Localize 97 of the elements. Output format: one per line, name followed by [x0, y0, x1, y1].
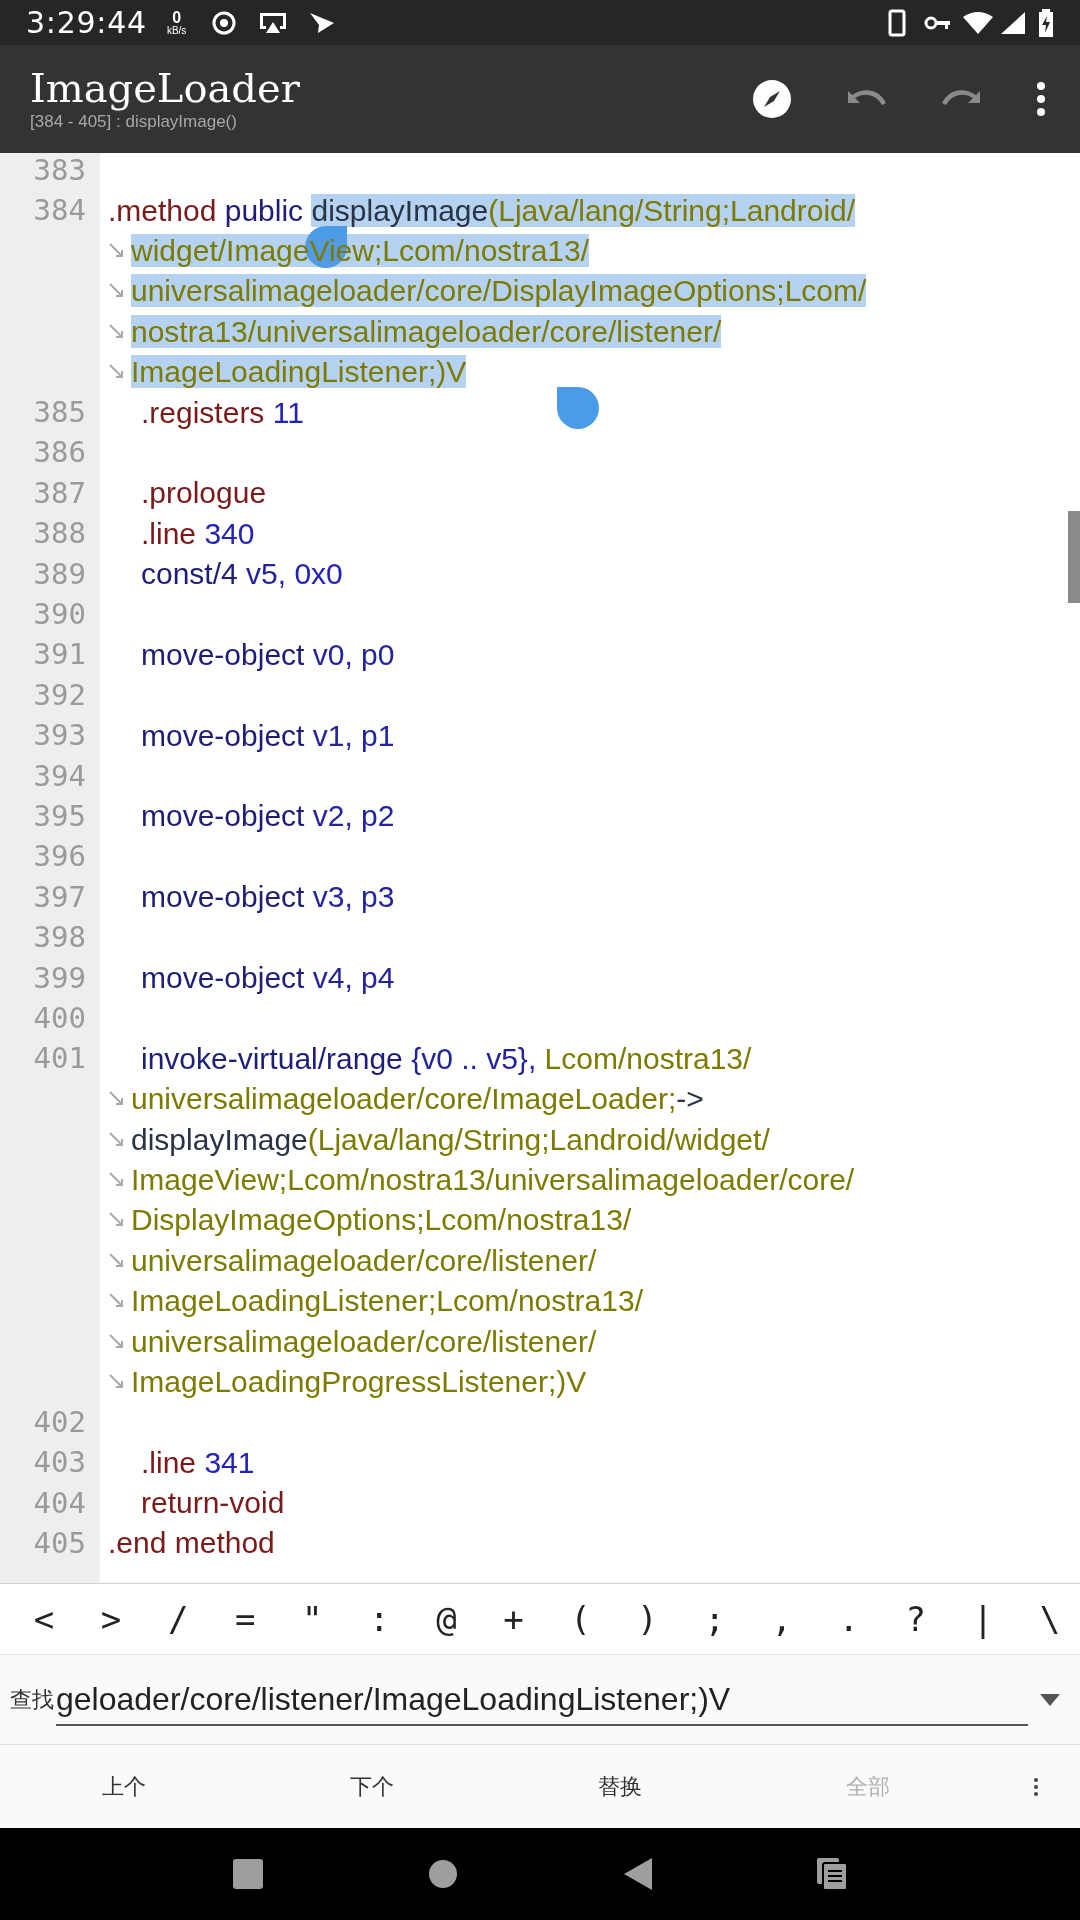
- line-number: 391: [33, 640, 86, 670]
- line-number: 396: [33, 842, 86, 872]
- line-number: 392: [33, 680, 86, 710]
- symbol-key[interactable]: ;: [692, 1602, 737, 1636]
- line-number: 401: [33, 1044, 86, 1074]
- code-text: nostra13/universalimageloader/core/listener/: [131, 313, 722, 350]
- line-number: 404: [33, 1488, 86, 1518]
- code-text: ImageLoadingProgressListener;)V: [131, 1363, 587, 1400]
- record-icon: [212, 10, 237, 35]
- code-text: .method public displayImage(Ljava/lang/String;Landroid/: [108, 192, 856, 229]
- symbol-key[interactable]: ): [625, 1602, 670, 1636]
- compass-icon[interactable]: [752, 79, 792, 119]
- code-text: move-object v3, p3: [141, 879, 395, 916]
- wifi-icon: [962, 10, 994, 35]
- dropdown-caret-icon[interactable]: [1040, 1693, 1060, 1706]
- file-subtitle: [384 - 405] : displayImage(): [30, 111, 238, 133]
- symbol-key[interactable]: .: [826, 1602, 871, 1636]
- find-action-button[interactable]: 替换: [496, 1745, 744, 1828]
- scrollbar[interactable]: [1068, 511, 1080, 603]
- wrap-arrow-icon: [108, 1332, 126, 1351]
- signal-icon: [1000, 10, 1026, 35]
- line-number: 390: [33, 600, 86, 629]
- battery-icon: [1038, 8, 1054, 37]
- square-icon[interactable]: [232, 1859, 263, 1889]
- code-text: const/4 v5, 0x0: [141, 556, 343, 593]
- line-number: 405: [33, 1528, 86, 1558]
- code-text: .registers 11: [141, 394, 304, 431]
- line-number: 386: [33, 438, 86, 468]
- phone-icon: [888, 8, 906, 37]
- find-action-button[interactable]: 上个: [0, 1745, 248, 1828]
- line-number: 398: [33, 923, 86, 953]
- more-icon[interactable]: [1036, 81, 1046, 117]
- line-number: 384: [33, 196, 86, 226]
- code-text: .end method: [108, 1525, 275, 1562]
- code-text: return-void: [141, 1485, 285, 1522]
- find-action-button[interactable]: 下个: [248, 1745, 496, 1828]
- code-text: .prologue: [141, 475, 267, 512]
- code-text: DisplayImageOptions;Lcom/nostra13/: [131, 1202, 632, 1239]
- clock-time: 3:29:44: [26, 4, 147, 42]
- wrap-arrow-icon: [108, 322, 126, 341]
- wrap-arrow-icon: [108, 241, 126, 260]
- symbol-key[interactable]: =: [223, 1602, 268, 1636]
- code-text: invoke-virtual/range {v0 .. v5}, Lcom/nostra13/: [141, 1040, 752, 1077]
- wrap-arrow-icon: [108, 1372, 126, 1391]
- line-number: 385: [33, 398, 86, 428]
- line-number: 403: [33, 1448, 86, 1478]
- symbol-key[interactable]: /: [156, 1602, 201, 1636]
- symbol-key[interactable]: @: [424, 1602, 469, 1636]
- cast-icon: [258, 10, 289, 35]
- wrap-arrow-icon: [108, 1170, 126, 1189]
- line-number: 400: [33, 1003, 86, 1033]
- code-text: ImageLoadingListener;Lcom/nostra13/: [131, 1283, 643, 1320]
- find-field[interactable]: geloader/core/listener/ImageLoadingListener;)V: [56, 1673, 1028, 1726]
- code-text: universalimageloader/core/listener/: [131, 1323, 597, 1360]
- code-text: move-object v1, p1: [141, 717, 395, 754]
- code-text: move-object v4, p4: [141, 960, 395, 996]
- wrap-arrow-icon: [108, 1130, 126, 1149]
- line-number: 389: [33, 559, 86, 589]
- line-number: 397: [33, 882, 86, 912]
- code-text: displayImage(Ljava/lang/String;Landroid/widget/: [131, 1121, 770, 1158]
- symbol-key[interactable]: +: [491, 1602, 536, 1636]
- code-text: move-object v2, p2: [141, 798, 395, 835]
- find-label: 查找: [10, 1686, 54, 1714]
- symbol-key[interactable]: ?: [893, 1602, 938, 1636]
- line-number: 387: [33, 478, 86, 508]
- code-text: ImageView;Lcom/nostra13/universalimageloader/core/: [131, 1161, 855, 1198]
- line-number: 393: [33, 721, 86, 751]
- line-number: 394: [33, 761, 86, 791]
- code-text: .line 341: [141, 1444, 255, 1481]
- document-icon[interactable]: [817, 1858, 848, 1890]
- symbol-key[interactable]: ,: [759, 1602, 804, 1636]
- selection-end-handle[interactable]: [557, 387, 599, 429]
- symbol-key[interactable]: :: [357, 1602, 402, 1636]
- code-text: .line 340: [141, 515, 255, 552]
- code-text: move-object v0, p0: [141, 636, 395, 673]
- more-icon[interactable]: [1033, 1776, 1039, 1797]
- home-icon[interactable]: [428, 1859, 459, 1889]
- code-text: widget/ImageView;Lcom/nostra13/: [131, 232, 590, 269]
- file-title: ImageLoader: [30, 65, 300, 111]
- back-icon[interactable]: [623, 1858, 652, 1890]
- wrap-arrow-icon: [108, 1251, 126, 1270]
- code-text: universalimageloader/core/ImageLoader;->: [131, 1081, 704, 1118]
- line-number: 402: [33, 1407, 86, 1437]
- symbol-key[interactable]: <: [22, 1602, 66, 1636]
- line-number: 383: [33, 155, 86, 185]
- symbol-key[interactable]: ": [290, 1602, 335, 1636]
- net-speed-unit: kB/s: [166, 25, 187, 36]
- symbol-key[interactable]: \: [1027, 1602, 1072, 1636]
- symbol-key[interactable]: (: [558, 1602, 603, 1636]
- line-number: 388: [33, 519, 86, 549]
- code-text: universalimageloader/core/listener/: [131, 1242, 597, 1279]
- line-number: 399: [33, 963, 86, 993]
- net-speed-value: 0: [172, 9, 182, 26]
- code-text: universalimageloader/core/DisplayImageOptions;Lcom/: [131, 273, 867, 310]
- line-number: 395: [33, 801, 86, 831]
- symbol-key[interactable]: >: [89, 1602, 134, 1636]
- code-text: ImageLoadingListener;)V: [131, 354, 467, 391]
